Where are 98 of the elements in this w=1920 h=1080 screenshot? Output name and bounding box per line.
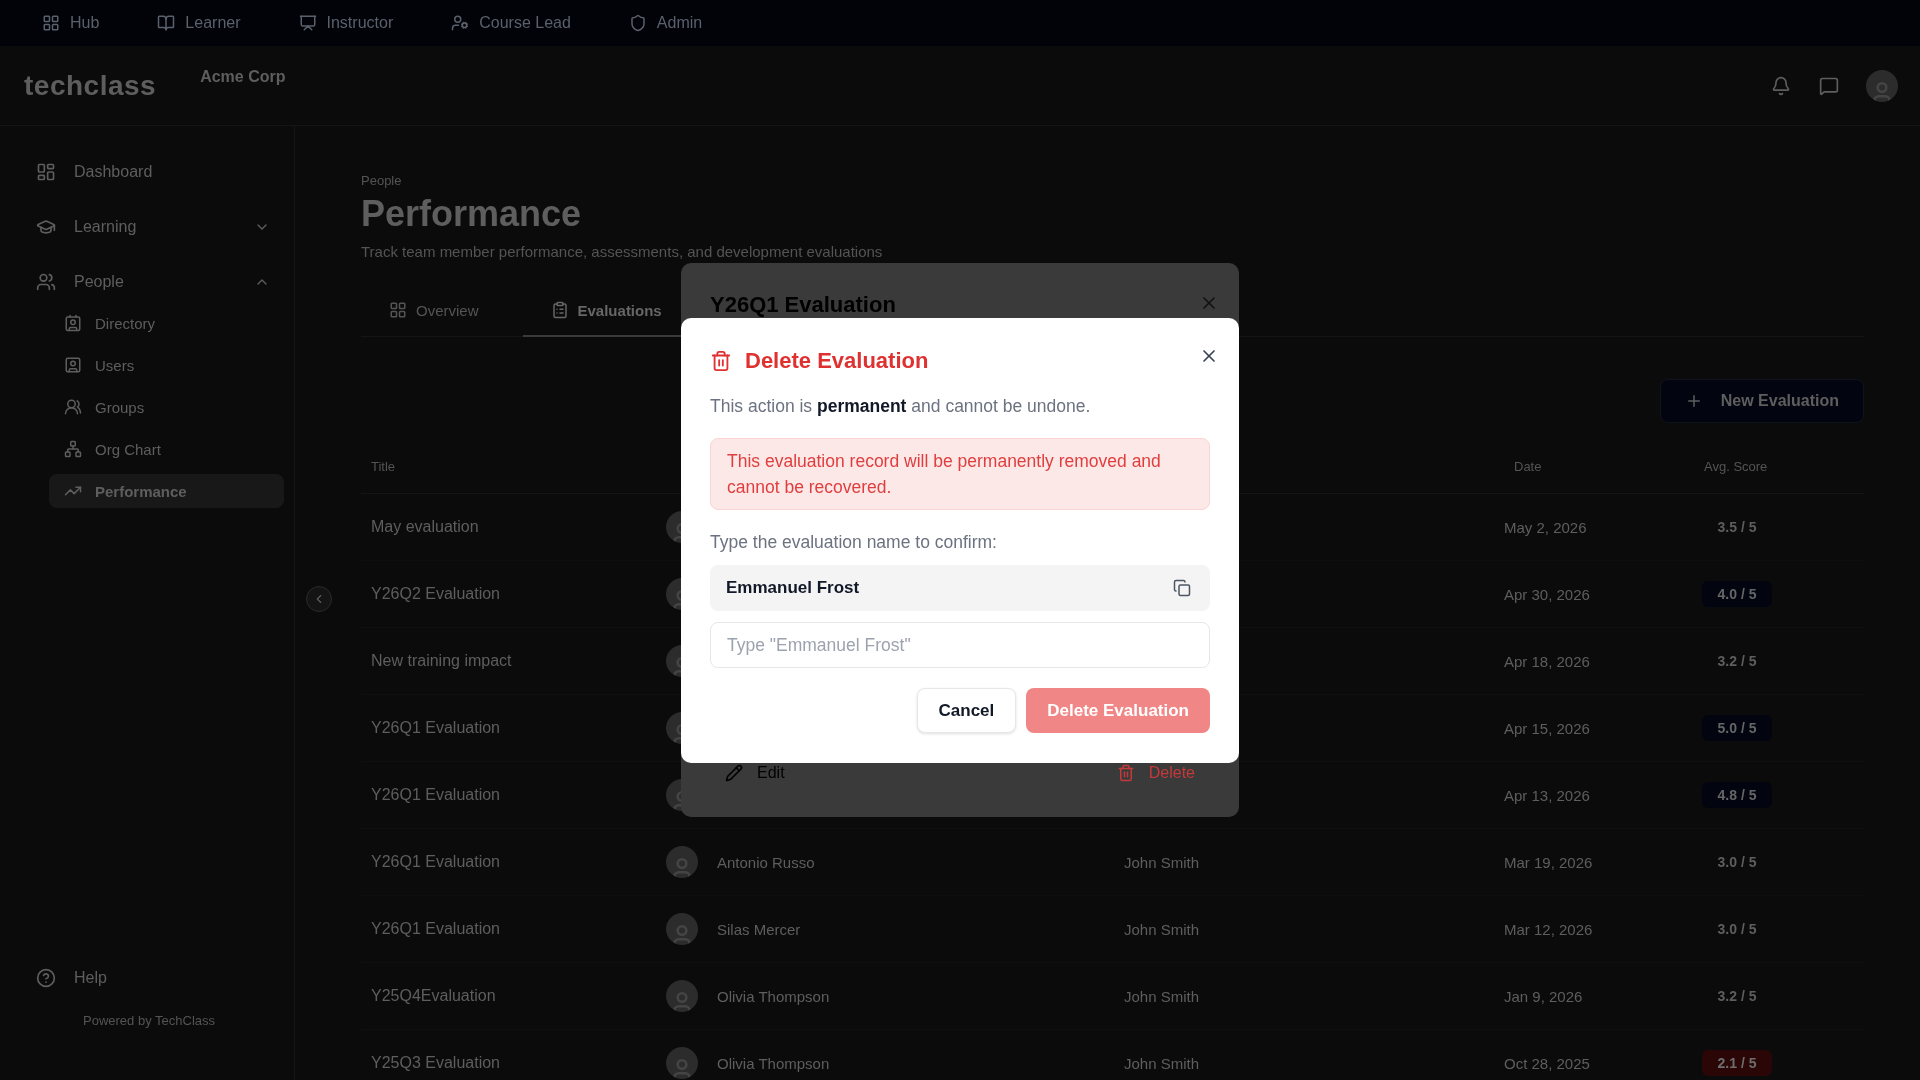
dialog-message: This action is permanent and cannot be undone. xyxy=(710,395,1092,417)
confirm-label: Type the evaluation name to confirm: xyxy=(710,532,998,552)
copy-button[interactable] xyxy=(1171,577,1193,599)
help-icon xyxy=(36,968,56,988)
avatar xyxy=(666,913,698,945)
evaluator-name: John Smith xyxy=(1124,1054,1200,1072)
powered-by-text: Powered by TechClass xyxy=(82,1013,215,1028)
evaluation-date: Apr 30, 2026 xyxy=(1504,585,1590,603)
evaluation-title: Y26Q1 Evaluation xyxy=(371,853,500,871)
copy-icon xyxy=(1173,579,1191,597)
logo: techclass xyxy=(24,69,157,102)
top-nav-item[interactable]: Admin xyxy=(622,10,709,36)
evaluation-title: New training impact xyxy=(371,652,512,670)
chat-icon xyxy=(1819,75,1839,96)
sidebar-subitem[interactable]: Performance xyxy=(49,474,284,508)
top-nav-item[interactable]: Learner xyxy=(151,10,247,36)
sidebar-subitem[interactable]: Groups xyxy=(49,390,284,424)
evaluation-name: Emmanuel Frost xyxy=(726,578,860,598)
evaluation-title: May evaluation xyxy=(371,518,479,536)
evaluator-name: John Smith xyxy=(1124,853,1200,871)
graduation-cap-icon xyxy=(36,217,56,237)
shield-icon xyxy=(628,14,647,32)
notifications-button[interactable] xyxy=(1770,74,1792,97)
score: 3.5 / 5 xyxy=(1716,518,1758,537)
evaluator-name: John Smith xyxy=(1124,920,1200,938)
employee-name: Silas Mercer xyxy=(717,920,801,938)
employee-name: Olivia Thompson xyxy=(717,987,830,1005)
evaluation-title: Y26Q2 Evaluation xyxy=(371,585,500,603)
trash-icon xyxy=(710,350,732,372)
users-icon xyxy=(36,272,56,292)
sidebar-item[interactable]: People xyxy=(0,262,284,302)
grid-icon xyxy=(42,14,60,32)
dashboard-icon xyxy=(36,162,56,182)
evaluator-name: John Smith xyxy=(1124,987,1200,1005)
evaluation-date: May 2, 2026 xyxy=(1504,518,1587,536)
column-header: Avg. Score xyxy=(1694,440,1864,494)
employee-name: Antonio Russo xyxy=(717,853,815,871)
avatar xyxy=(666,1047,698,1079)
evaluation-title: Y26Q1 Evaluation xyxy=(371,719,500,737)
score: 4.0 / 5 xyxy=(1702,581,1772,607)
evaluation-date: Jan 9, 2026 xyxy=(1504,987,1583,1005)
sidebar-item[interactable]: Learning xyxy=(0,207,284,247)
confirm-name-field[interactable]: Type "Emmanuel Frost" xyxy=(710,622,1210,668)
trash-icon xyxy=(1116,764,1135,782)
breadcrumb: People xyxy=(361,173,402,188)
collapse-sidebar-button[interactable] xyxy=(306,586,332,612)
score: 3.2 / 5 xyxy=(1716,652,1758,671)
evaluation-date: Oct 28, 2025 xyxy=(1504,1054,1590,1072)
score: 3.0 / 5 xyxy=(1716,853,1758,872)
evaluation-title: Y25Q3 Evaluation xyxy=(371,1054,500,1072)
presentation-icon xyxy=(298,14,317,32)
network-icon xyxy=(64,440,82,458)
employee-name: Olivia Thompson xyxy=(717,1054,830,1072)
organization-name: Acme Corp xyxy=(200,68,286,86)
warning-alert: This evaluation record will be permanently removed and cannot be recovered. xyxy=(710,438,1210,510)
evaluation-title: Y26Q1 Evaluation xyxy=(371,920,500,938)
sidebar-subitem[interactable]: Org Chart xyxy=(49,432,284,466)
column-header: Title xyxy=(361,440,666,494)
user-square-icon xyxy=(64,356,82,374)
avatar xyxy=(666,846,698,878)
column-header: Date xyxy=(1504,440,1694,494)
modal-title: Y26Q1 Evaluation xyxy=(710,291,896,319)
score: 3.2 / 5 xyxy=(1716,987,1758,1006)
evaluation-title: Y26Q1 Evaluation xyxy=(371,786,500,804)
page-title: Performance xyxy=(361,192,582,236)
grid-icon xyxy=(389,301,407,319)
evaluation-date: Mar 19, 2026 xyxy=(1504,853,1593,871)
evaluation-date: Apr 15, 2026 xyxy=(1504,719,1590,737)
pencil-icon xyxy=(725,764,743,782)
avatar xyxy=(666,980,698,1012)
sidebar-subitem[interactable]: Directory xyxy=(49,306,284,340)
score: 4.8 / 5 xyxy=(1702,782,1772,808)
clipboard-icon xyxy=(550,301,569,319)
evaluation-date: Apr 18, 2026 xyxy=(1504,652,1590,670)
edit-button[interactable]: Edit xyxy=(710,753,800,793)
top-nav-item[interactable]: Instructor xyxy=(292,10,400,36)
book-icon xyxy=(157,14,176,32)
tab[interactable]: Overview xyxy=(361,285,507,337)
cancel-button[interactable]: Cancel xyxy=(916,688,1017,733)
score: 5.0 / 5 xyxy=(1702,715,1772,741)
sidebar-subitem[interactable]: Users xyxy=(49,348,284,382)
top-nav-item[interactable]: Course Lead xyxy=(445,10,577,36)
user-gear-icon xyxy=(451,14,470,32)
evaluation-title: Y25Q4Evaluation xyxy=(371,987,496,1005)
page-subtitle: Track team member performance, assessments, and development evaluations xyxy=(361,242,883,262)
evaluation-date: Mar 12, 2026 xyxy=(1504,920,1593,938)
sidebar-item[interactable]: Dashboard xyxy=(0,152,284,192)
contact-card-icon xyxy=(64,314,82,332)
user-avatar[interactable] xyxy=(1866,69,1898,102)
top-nav-item[interactable]: Hub xyxy=(36,10,106,36)
dialog-title: Delete Evaluation xyxy=(745,347,929,375)
bell-icon xyxy=(1771,75,1791,96)
new-evaluation-button[interactable]: New Evaluation xyxy=(1659,379,1864,423)
users-icon xyxy=(64,398,82,416)
evaluation-date: Apr 13, 2026 xyxy=(1504,786,1590,804)
help-link[interactable]: Help xyxy=(0,958,284,998)
score: 3.0 / 5 xyxy=(1716,920,1758,939)
score: 2.1 / 5 xyxy=(1702,1050,1772,1076)
